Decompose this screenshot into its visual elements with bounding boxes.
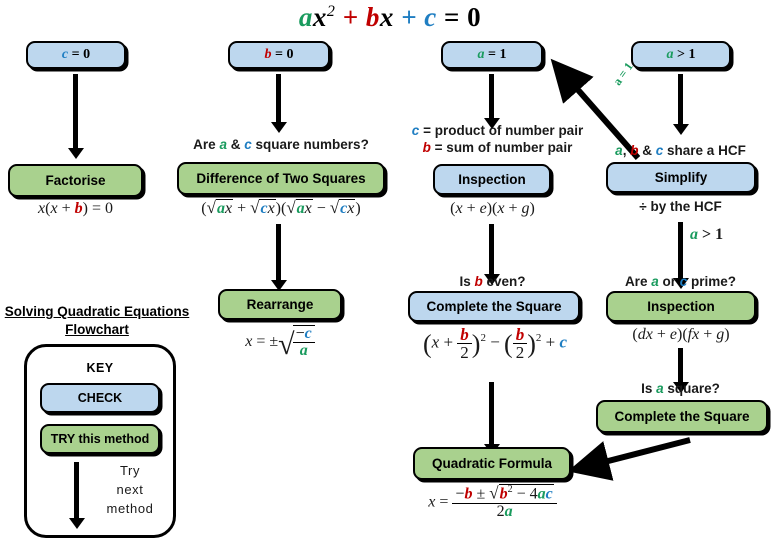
simplify-label: Simplify: [654, 170, 708, 185]
cond1-rest: = 0: [71, 47, 91, 62]
key-heading: KEY: [86, 361, 114, 375]
title-equals-zero: = 0: [443, 2, 482, 32]
arrow-col3-to-quadratic-formula: [483, 382, 500, 457]
question-is-a-square: Is a square?: [641, 381, 720, 396]
cond3-var: a: [477, 47, 485, 62]
rearrange-label: Rearrange: [246, 297, 314, 312]
q5-comma: ,: [622, 143, 627, 158]
key-try-swatch[interactable]: TRY this method: [40, 424, 160, 454]
q2-are: Are: [193, 137, 216, 152]
q7-is: Is: [641, 381, 653, 396]
diagonal-arrow-to-quadratic-formula: [567, 437, 691, 481]
method-box-complete-the-square-a1[interactable]: Complete the Square: [408, 291, 580, 322]
title-var-b: b: [365, 2, 380, 32]
cond2-var: b: [264, 47, 272, 62]
condition-box-a-greater-than-1[interactable]: a > 1: [631, 41, 731, 69]
chart-title-line1: Solving Quadratic Equations: [4, 304, 190, 319]
method-box-complete-the-square-agt1[interactable]: Complete the Square: [596, 400, 768, 433]
cts-agt1-label: Complete the Square: [614, 409, 750, 424]
formula-inspection-a1: (x + e)(x + g): [450, 200, 535, 217]
q5-tail: share a HCF: [667, 143, 746, 158]
title-plus-2: +: [401, 2, 417, 32]
q4-is: Is: [459, 274, 471, 289]
method-box-factorise[interactable]: Factorise: [8, 164, 143, 197]
key-next-line1: Try: [119, 463, 141, 478]
method-box-simplify[interactable]: Simplify: [606, 162, 756, 193]
cts-a1-label: Complete the Square: [426, 299, 562, 314]
title-var-a: a: [298, 2, 313, 32]
question-product-sum-number-pair: c = product of number pair b = sum of nu…: [405, 123, 590, 157]
method-box-difference-of-two-squares[interactable]: Difference of Two Squares: [177, 162, 385, 195]
cond1-var: c: [61, 47, 69, 62]
inspection-agt1-label: Inspection: [647, 299, 715, 314]
factorise-label: Factorise: [45, 173, 106, 188]
q4-even: even?: [486, 274, 526, 289]
method-box-rearrange[interactable]: Rearrange: [218, 289, 342, 320]
method-box-inspection-a1[interactable]: Inspection: [433, 164, 551, 195]
question-are-a-or-c-prime: Are a or c prime?: [624, 274, 737, 289]
condition-box-c-equals-0[interactable]: c = 0: [26, 41, 126, 69]
arrow-col2-to-rearrange: [270, 224, 287, 292]
title-var-x-squared: x: [312, 2, 327, 32]
question-are-a-and-c-square: Are a & c square numbers?: [193, 137, 369, 152]
key-try-label: TRY this method: [50, 432, 150, 446]
key-check-label: CHECK: [77, 391, 123, 405]
arrow-col4-to-simplify: [672, 74, 689, 136]
title-var-c: c: [424, 2, 437, 32]
chart-title-line2: Flowchart: [65, 322, 129, 338]
key-legend-panel: KEY CHECK TRY this method Try next metho…: [24, 344, 176, 538]
dots-label: Difference of Two Squares: [196, 171, 366, 186]
q3-line1: c = product of number pair: [411, 123, 584, 138]
title-exponent: 2: [326, 3, 336, 20]
page-title-equation: ax2 + bx + c = 0: [0, 2, 780, 33]
formula-factorise: x(x + b) = 0: [38, 200, 113, 217]
formula-difference-of-two-squares: (√ax + √cx)(√ax − √cx): [201, 198, 361, 217]
condition-box-a-equals-1[interactable]: a = 1: [441, 41, 543, 69]
key-try-next-method-caption: Try next method: [89, 462, 171, 519]
note-divide-by-hcf: ÷ by the HCF: [639, 199, 722, 214]
q2-amp: &: [230, 137, 241, 152]
formula-rearrange: x = ±√ −c a: [210, 325, 350, 362]
title-plus-1: +: [342, 2, 359, 32]
key-next-arrow: [68, 462, 85, 534]
q5-amp: &: [642, 143, 652, 158]
cond4-rest: > 1: [677, 47, 696, 62]
q2-tail: square numbers?: [255, 137, 369, 152]
q3-line2: b = sum of number pair: [422, 139, 573, 155]
key-next-line3: method: [106, 500, 154, 516]
cond2-rest: = 0: [275, 47, 294, 62]
q3-l1-text: = product of number pair: [423, 123, 584, 138]
inspection-a1-label: Inspection: [458, 172, 526, 187]
key-check-swatch[interactable]: CHECK: [40, 383, 160, 413]
q3-l2-text: = sum of number pair: [434, 139, 573, 155]
flowchart-canvas: ax2 + bx + c = 0 c = 0 Factorise x(x + b…: [0, 0, 780, 540]
condition-box-b-equals-0[interactable]: b = 0: [228, 41, 330, 69]
question-is-b-even: Is b even?: [459, 274, 526, 289]
formula-inspection-agt1: (dx + e)(fx + g): [632, 326, 730, 343]
title-var-x: x: [379, 2, 394, 32]
edge-label-a-greater-1: a > 1: [690, 226, 724, 243]
quadratic-formula-label: Quadratic Formula: [431, 456, 553, 471]
method-box-quadratic-formula[interactable]: Quadratic Formula: [413, 447, 571, 480]
method-box-inspection-agt1[interactable]: Inspection: [606, 291, 756, 322]
formula-complete-the-square: (x + b 2)2 − (b 2)2 + c: [422, 325, 568, 363]
arrow-col1-to-factorise: [67, 74, 84, 162]
q7-tail: square?: [667, 381, 720, 396]
chart-title: Solving Quadratic Equations Flowchart: [2, 303, 192, 339]
cond4-var: a: [666, 47, 674, 62]
question-share-hcf: a, b & c share a HCF: [615, 143, 746, 158]
cond3-rest: = 1: [488, 47, 507, 62]
q6-or: or: [662, 274, 677, 289]
q6-are: Are: [624, 274, 648, 289]
q6-tail: prime?: [691, 274, 737, 289]
arrow-col2-to-dots: [270, 74, 287, 136]
formula-quadratic: x = −b ± √b2 − 4ac 2a: [390, 484, 595, 520]
key-next-line2: next: [116, 481, 144, 497]
